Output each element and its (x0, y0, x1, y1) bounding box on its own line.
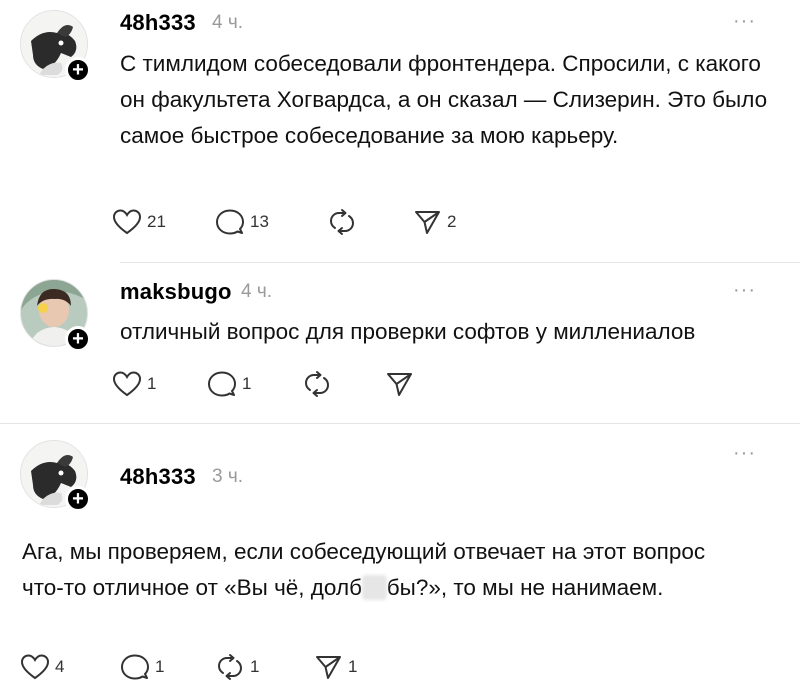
like-count: 1 (147, 374, 157, 393)
repost-count: 1 (250, 657, 260, 676)
follow-plus-icon[interactable]: + (65, 486, 91, 512)
like-button[interactable]: 4 (20, 652, 64, 682)
repost-button[interactable]: 1 (215, 652, 259, 682)
post-text-after: бы?», то мы не нанимаем. (386, 575, 664, 600)
more-icon[interactable]: ··· (733, 442, 756, 465)
share-button[interactable]: 1 (313, 652, 357, 682)
comment-icon (216, 209, 244, 235)
comment-button[interactable]: 13 (215, 207, 269, 237)
username[interactable]: maksbugo (120, 279, 232, 305)
share-button[interactable] (384, 369, 419, 399)
post-text: С тимлидом собеседовали фронтендера. Спр… (120, 51, 768, 148)
share-count: 2 (447, 212, 457, 231)
more-icon[interactable]: ··· (733, 10, 756, 33)
repost-icon (218, 654, 242, 680)
comment-count: 1 (155, 657, 165, 676)
username[interactable]: 48h333 (120, 10, 196, 36)
like-button[interactable]: 21 (112, 207, 166, 237)
comment-count: 1 (242, 374, 252, 393)
censored-text: ое (361, 575, 387, 600)
heart-icon (20, 654, 50, 680)
repost-icon (330, 209, 354, 235)
share-icon (415, 211, 440, 234)
comment-count: 13 (250, 212, 269, 231)
share-icon (387, 373, 412, 396)
comment-button[interactable]: 1 (207, 369, 251, 399)
like-count: 4 (55, 657, 65, 676)
divider (120, 262, 800, 263)
follow-plus-icon[interactable]: + (65, 326, 91, 352)
repost-icon (305, 371, 329, 397)
comment-button[interactable]: 1 (120, 652, 164, 682)
like-button[interactable]: 1 (112, 369, 156, 399)
timestamp: 4 ч. (212, 12, 244, 33)
post-actions: 21 13 2 (112, 207, 512, 237)
share-count: 1 (348, 657, 358, 676)
post-text: отличный вопрос для проверки софтов у ми… (120, 319, 696, 344)
post-actions: 1 1 (112, 369, 512, 399)
timestamp: 3 ч. (212, 466, 244, 487)
more-icon[interactable]: ··· (733, 279, 756, 302)
post-text: Ага, мы проверяем, если собеседующий отв… (22, 534, 722, 606)
divider (0, 423, 800, 424)
like-count: 21 (147, 212, 166, 231)
heart-icon (112, 371, 142, 397)
heart-icon (112, 209, 142, 235)
comment-icon (121, 654, 149, 680)
share-icon (316, 656, 341, 679)
username[interactable]: 48h333 (120, 464, 196, 490)
repost-button[interactable] (327, 207, 362, 237)
share-button[interactable]: 2 (412, 207, 456, 237)
follow-plus-icon[interactable]: + (65, 57, 91, 83)
post-actions: 4 1 1 1 (20, 652, 420, 682)
repost-button[interactable] (302, 369, 337, 399)
comment-icon (208, 371, 236, 397)
timestamp: 4 ч. (241, 281, 273, 302)
